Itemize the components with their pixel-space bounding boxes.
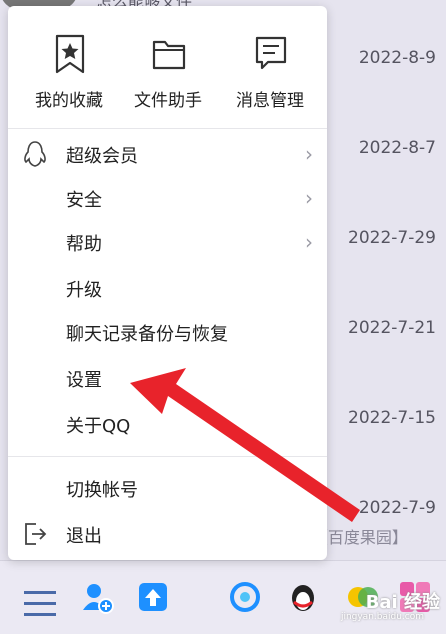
my-favorites-button[interactable]: 我的收藏 — [19, 34, 119, 114]
chat-date: 2022-7-9 — [358, 498, 436, 518]
main-menu-popup: 我的收藏 文件助手 消息管理 超级会员 › 安全 › 帮助 › 升级 聊天记录备… — [8, 6, 327, 560]
menu-item-label: 超级会员 — [66, 146, 138, 167]
file-assistant-label: 文件助手 — [134, 91, 202, 111]
menu-item-upgrade[interactable]: 升级 — [8, 266, 327, 310]
menu-item-label: 切换帐号 — [66, 480, 138, 501]
folder-icon — [152, 40, 186, 70]
main-menu-icon[interactable] — [24, 591, 56, 617]
watermark-logo: Bai 经验 — [365, 592, 440, 613]
menu-item-label: 退出 — [66, 526, 102, 547]
menu-item-label: 聊天记录备份与恢复 — [66, 324, 228, 345]
menu-item-label: 安全 — [66, 190, 102, 211]
quick-actions-row: 我的收藏 文件助手 消息管理 — [8, 6, 327, 128]
menu-item-settings[interactable]: 设置 — [8, 356, 327, 400]
app-manager-icon[interactable] — [136, 580, 170, 614]
browser-icon[interactable] — [228, 580, 262, 614]
menu-item-super-vip[interactable]: 超级会员 › — [8, 132, 327, 176]
menu-item-help[interactable]: 帮助 › — [8, 220, 327, 264]
qq-outline-icon — [24, 141, 46, 167]
menu-item-label: 设置 — [66, 370, 102, 391]
chevron-right-icon: › — [305, 142, 313, 166]
menu-item-about-qq[interactable]: 关于QQ — [8, 402, 327, 446]
menu-item-security[interactable]: 安全 › — [8, 176, 327, 220]
message-icon — [255, 36, 287, 70]
chat-date: 2022-7-21 — [348, 318, 436, 338]
chat-date: 2022-8-9 — [358, 48, 436, 68]
message-manager-label: 消息管理 — [236, 91, 304, 111]
chevron-right-icon: › — [305, 186, 313, 210]
chevron-right-icon: › — [305, 230, 313, 254]
menu-item-switch-account[interactable]: 切换帐号 — [8, 466, 327, 510]
watermark-url: jingyan.baidu.com — [340, 612, 424, 622]
menu-item-chat-backup[interactable]: 聊天记录备份与恢复 — [8, 310, 327, 354]
star-bookmark-icon — [55, 34, 85, 74]
menu-divider — [8, 456, 327, 457]
qq-penguin-icon[interactable] — [286, 580, 320, 614]
add-friend-icon[interactable] — [80, 580, 114, 614]
menu-item-label: 关于QQ — [66, 416, 131, 437]
chat-date: 2022-7-29 — [348, 228, 436, 248]
menu-item-label: 帮助 — [66, 234, 102, 255]
logout-icon — [25, 523, 47, 545]
chat-date: 2022-7-15 — [348, 408, 436, 428]
menu-divider — [8, 128, 327, 129]
menu-item-label: 升级 — [66, 280, 102, 301]
file-assistant-button[interactable]: 文件助手 — [118, 34, 218, 114]
chat-date: 2022-8-7 — [358, 138, 436, 158]
my-favorites-label: 我的收藏 — [35, 91, 103, 111]
message-manager-button[interactable]: 消息管理 — [220, 34, 320, 114]
menu-item-logout[interactable]: 退出 — [8, 512, 327, 556]
